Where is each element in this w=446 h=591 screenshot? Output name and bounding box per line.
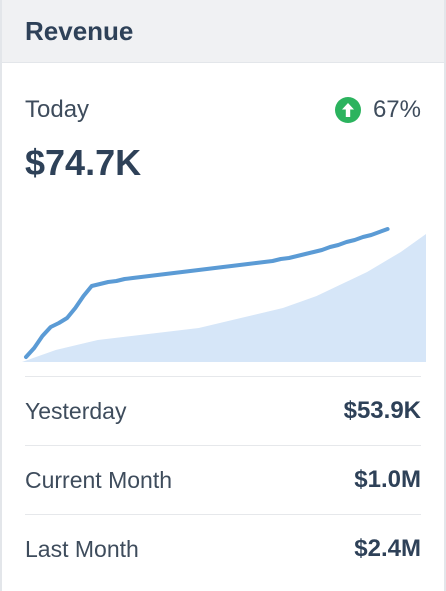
change-percent: 67% — [372, 96, 421, 123]
stat-row: Last Month $2.4M — [25, 514, 421, 583]
arrow-up-circle-icon — [334, 97, 361, 123]
stat-row: Yesterday $53.9K — [25, 376, 421, 445]
today-revenue-value: $74.7K — [25, 142, 142, 183]
revenue-card: Revenue Today 67% $74.7K Yesterday $53.9K… — [0, 0, 446, 591]
stat-row: Current Month $1.0M — [25, 445, 421, 514]
today-row: Today 67% — [25, 92, 421, 128]
card-header: Revenue — [2, 0, 444, 63]
stat-value: $2.4M — [354, 535, 421, 562]
stat-value: $1.0M — [354, 466, 421, 493]
change-indicator: 67% — [334, 96, 421, 124]
stat-label: Last Month — [25, 535, 139, 562]
revenue-chart — [22, 227, 426, 362]
stat-label: Current Month — [25, 466, 173, 493]
today-label: Today — [25, 96, 90, 123]
card-title: Revenue — [25, 15, 134, 46]
stats-list: Yesterday $53.9K Current Month $1.0M Last Mo… — [25, 376, 421, 583]
stat-label: Yesterday — [25, 397, 127, 424]
stat-value: $53.9K — [343, 397, 421, 424]
